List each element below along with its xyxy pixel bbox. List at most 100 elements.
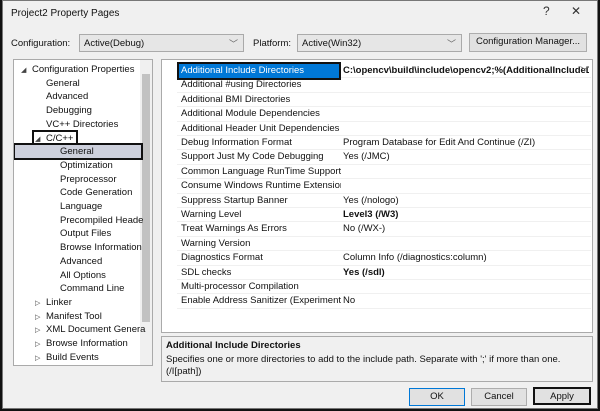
property-value[interactable]: Yes (/sdl)	[343, 266, 589, 280]
configuration-value: Active(Debug)	[84, 38, 145, 49]
property-value[interactable]: Program Database for Edit And Continue (…	[343, 136, 589, 150]
property-name: Additional Module Dependencies	[181, 108, 320, 120]
tree-item[interactable]: General	[46, 77, 80, 90]
property-name: Warning Version	[181, 237, 251, 249]
property-name: Additional BMI Directories	[181, 93, 291, 105]
property-value[interactable]: No	[343, 294, 589, 308]
tree-item[interactable]: Optimization	[60, 159, 113, 172]
property-value[interactable]: Yes (/nologo)	[343, 194, 589, 208]
tree-item[interactable]: General	[14, 143, 143, 161]
property-row[interactable]: Enable Address Sanitizer (Experimental) N…	[177, 294, 591, 309]
platform-value: Active(Win32)	[302, 38, 362, 49]
property-tree: Configuration Properties ◢ General Advanced…	[13, 59, 153, 366]
tree-item[interactable]: XML Document Genera	[46, 323, 145, 336]
property-row[interactable]: Additional #using Directories	[177, 78, 591, 93]
tree-item[interactable]: Debugging	[46, 104, 92, 117]
property-row[interactable]: Consume Windows Runtime Extension	[177, 179, 591, 194]
property-name: Enable Address Sanitizer (Experimental)	[181, 295, 341, 307]
cancel-button[interactable]: Cancel	[471, 388, 527, 406]
tree-item[interactable]: Output Files	[60, 227, 111, 240]
platform-select[interactable]: Active(Win32) ﹀	[297, 34, 462, 52]
tree-item[interactable]: Browse Information	[46, 337, 128, 350]
tree-item-label: Debugging	[46, 105, 92, 117]
property-row[interactable]: Diagnostics Format Column Info (/diagnost…	[177, 251, 591, 266]
property-value[interactable]: Yes (/JMC)	[343, 150, 589, 164]
property-row[interactable]: Debug Information Format Program Database…	[177, 136, 591, 151]
tree-item[interactable]: Preprocessor	[60, 173, 117, 186]
property-name: Common Language RunTime Support	[181, 165, 341, 177]
property-row[interactable]: Additional BMI Directories	[177, 93, 591, 108]
property-name: Treat Warnings As Errors	[181, 223, 287, 235]
property-row[interactable]: Treat Warnings As Errors No (/WX-)	[177, 222, 591, 237]
tree-item-label: Output Files	[60, 228, 112, 240]
property-row[interactable]: Support Just My Code Debugging Yes (/JMC)	[177, 150, 591, 165]
tree-item[interactable]: Precompiled Heade	[60, 214, 143, 227]
property-name: Support Just My Code Debugging	[181, 151, 324, 163]
expand-arrow-icon[interactable]: ▷	[35, 299, 40, 307]
tree-item[interactable]: Advanced	[46, 90, 88, 103]
configuration-label: Configuration:	[11, 38, 71, 49]
property-value[interactable]: No (/WX-)	[343, 222, 589, 236]
property-row[interactable]: Additional Module Dependencies	[177, 107, 591, 122]
chevron-down-icon[interactable]: ﹀	[580, 64, 589, 78]
tree-item[interactable]: Browse Information	[60, 241, 142, 254]
ok-button[interactable]: OK	[409, 388, 465, 406]
tree-item[interactable]: VC++ Directories	[46, 118, 118, 131]
tree-item[interactable]: Manifest Tool	[46, 310, 102, 323]
tree-item-label: General	[60, 146, 94, 158]
tree-item-label: Browse Information	[46, 338, 128, 349]
configuration-manager-button[interactable]: Configuration Manager...	[469, 33, 587, 52]
help-button[interactable]: ?	[543, 4, 550, 18]
tree-item[interactable]: All Options	[60, 269, 106, 282]
tree-item[interactable]: Configuration Properties	[32, 63, 134, 76]
tree-item[interactable]: Code Generation	[60, 186, 132, 199]
window-title: Project2 Property Pages	[11, 8, 120, 19]
property-name: Diagnostics Format	[181, 252, 263, 264]
tree-item[interactable]: Build Events	[46, 351, 99, 364]
property-row[interactable]: Warning Version	[177, 237, 591, 252]
tree-item[interactable]: Command Line	[60, 282, 124, 295]
tree-item-label: Browse Information	[60, 242, 142, 254]
property-row[interactable]: Warning Level Level3 (/W3)	[177, 208, 591, 223]
property-row[interactable]: Common Language RunTime Support	[177, 165, 591, 180]
property-pages-dialog: Project2 Property Pages ? ✕ Configuratio…	[2, 0, 598, 409]
property-row[interactable]: Additional Include Directories C:\opencv\…	[177, 62, 591, 80]
collapse-arrow-icon[interactable]: ◢	[21, 66, 26, 74]
chevron-down-icon: ﹀	[228, 39, 238, 49]
tree-item-label: Preprocessor	[60, 173, 117, 185]
apply-button[interactable]: Apply	[533, 387, 591, 405]
property-row[interactable]: Additional Header Unit Dependencies	[177, 122, 591, 136]
property-value[interactable]: C:\opencv\build\include\opencv2;%(Additi…	[343, 64, 589, 78]
tree-item-label: General	[46, 77, 80, 89]
expand-arrow-icon[interactable]: ▷	[35, 313, 40, 321]
scrollbar-thumb[interactable]	[142, 74, 150, 322]
close-button[interactable]: ✕	[571, 4, 581, 18]
tree-item-label: Optimization	[60, 159, 113, 171]
chevron-down-icon: ﹀	[446, 39, 456, 49]
expand-arrow-icon[interactable]: ▷	[35, 326, 40, 334]
expand-arrow-icon[interactable]: ▷	[35, 340, 40, 348]
property-name: Debug Information Format	[181, 137, 292, 148]
property-row[interactable]: Multi-processor Compilation	[177, 280, 591, 295]
tree-item[interactable]: Language	[60, 200, 102, 213]
property-row[interactable]: SDL checks Yes (/sdl)	[177, 266, 591, 280]
description-panel: Additional Include Directories Specifies…	[161, 336, 593, 382]
tree-item-label: Code Generation	[60, 187, 133, 199]
configuration-select[interactable]: Active(Debug) ﹀	[79, 34, 244, 52]
description-title: Additional Include Directories	[166, 340, 301, 351]
property-name: Additional Header Unit Dependencies	[181, 122, 340, 134]
tree-item[interactable]: Advanced	[60, 255, 102, 268]
tree-item-label: C/C++	[46, 132, 74, 144]
property-name: Warning Level	[181, 209, 242, 220]
tree-scrollbar[interactable]	[140, 60, 152, 365]
property-name: Additional Include Directories	[177, 62, 341, 80]
property-value[interactable]: Level3 (/W3)	[343, 208, 589, 222]
expand-arrow-icon[interactable]: ▷	[35, 354, 40, 362]
tree-item[interactable]: Linker	[46, 296, 72, 309]
property-value[interactable]: Column Info (/diagnostics:column)	[343, 251, 589, 265]
tree-item-label: Advanced	[60, 255, 103, 267]
property-row[interactable]: Suppress Startup Banner Yes (/nologo)	[177, 194, 591, 208]
collapse-arrow-icon[interactable]: ◢	[35, 135, 40, 143]
tree-item-label: Language	[60, 201, 103, 212]
tree-item-label: Manifest Tool	[46, 310, 102, 322]
